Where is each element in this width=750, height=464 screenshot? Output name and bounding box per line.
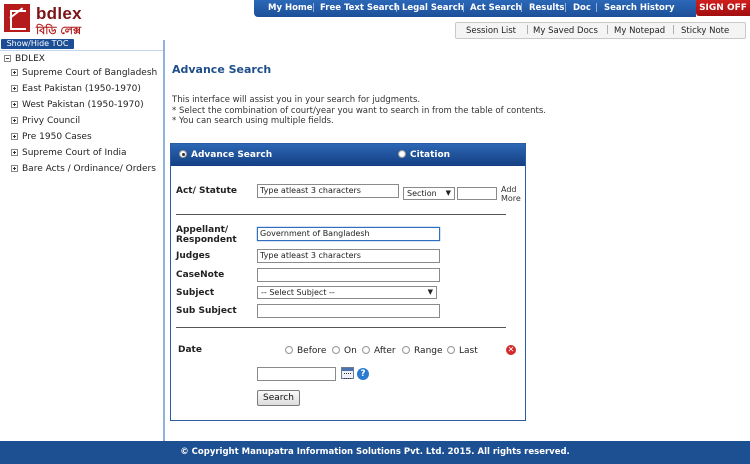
toc-item-label: East Pakistan (1950-1970) — [22, 84, 141, 94]
search-button[interactable]: Search — [257, 390, 300, 406]
subnav-separator: | — [606, 25, 610, 35]
date-last-label: Last — [459, 346, 478, 356]
dropdown-arrow-icon: ▼ — [427, 288, 433, 296]
subnav-session-list[interactable]: Session List — [466, 26, 516, 36]
act-statute-input[interactable]: Type atleast 3 characters — [257, 184, 399, 198]
add-more-text: More — [501, 194, 521, 203]
nav-my-home[interactable]: My Home — [268, 3, 313, 13]
intro-line: * You can search using multiple fields. — [172, 116, 334, 126]
toc-item-label: West Pakistan (1950-1970) — [22, 100, 144, 110]
subnav-separator: | — [672, 25, 676, 35]
section-divider — [176, 214, 506, 215]
date-on-radio[interactable] — [332, 346, 340, 354]
nav-legal-search[interactable]: Legal Search — [402, 3, 464, 13]
calendar-icon[interactable] — [341, 367, 354, 379]
date-before-label: Before — [297, 346, 327, 356]
subnav-my-saved-docs[interactable]: My Saved Docs — [533, 26, 598, 36]
expand-icon[interactable] — [11, 101, 18, 108]
search-type-tabs: Advance Search Citation — [171, 144, 525, 166]
header: bdlex বিডি লেক্স My Home | Free Text Sea… — [0, 0, 750, 40]
date-after-label: After — [374, 346, 396, 356]
sub-subject-input[interactable] — [257, 304, 440, 318]
section-divider — [176, 327, 506, 328]
toc-divider — [0, 50, 163, 51]
help-icon[interactable]: ? — [357, 368, 369, 380]
toc-item-label: Supreme Court of India — [22, 148, 127, 158]
subnav-my-notepad[interactable]: My Notepad — [614, 26, 665, 36]
judges-label: Judges — [176, 251, 211, 261]
footer-copyright: © Copyright Manupatra Information Soluti… — [0, 441, 750, 464]
date-before-radio[interactable] — [285, 346, 293, 354]
citation-radio[interactable] — [398, 150, 406, 158]
nav-doc[interactable]: Doc — [573, 3, 591, 13]
nav-separator: | — [462, 3, 465, 13]
nav-free-text-search[interactable]: Free Text Search — [320, 3, 400, 13]
subject-label: Subject — [176, 288, 215, 298]
tab-advance-search[interactable]: Advance Search — [191, 150, 272, 160]
subject-select[interactable]: -- Select Subject -- ▼ — [257, 286, 437, 299]
date-after-radio[interactable] — [362, 346, 370, 354]
date-label: Date — [178, 345, 202, 355]
toc-item-label: Privy Council — [22, 116, 81, 126]
casenote-label: CaseNote — [176, 270, 225, 280]
appellant-respondent-input[interactable]: Government of Bangladesh — [257, 227, 440, 241]
sign-off-button[interactable]: SIGN OFF — [696, 0, 750, 16]
section-select-value: Section — [407, 189, 437, 198]
toc-border — [163, 40, 165, 441]
casenote-input[interactable] — [257, 268, 440, 282]
expand-icon[interactable] — [11, 85, 18, 92]
dropdown-arrow-icon: ▼ — [445, 189, 451, 197]
intro-text: This interface will assist you in your s… — [172, 95, 546, 127]
add-more-text: Add — [501, 185, 517, 194]
bdlex-logo-icon — [4, 4, 30, 32]
sub-nav: Session List | My Saved Docs | My Notepa… — [455, 22, 746, 39]
date-range-radio[interactable] — [402, 346, 410, 354]
nav-results[interactable]: Results — [529, 3, 564, 13]
date-input[interactable] — [257, 367, 336, 381]
main-nav: My Home | Free Text Search | Legal Searc… — [254, 0, 696, 17]
intro-line: This interface will assist you in your s… — [172, 95, 421, 105]
date-range-label: Range — [414, 346, 443, 356]
intro-line: * Select the combination of court/year y… — [172, 105, 546, 116]
nav-separator: | — [595, 3, 598, 13]
judges-input[interactable]: Type atleast 3 characters — [257, 249, 440, 263]
toc-root-label: BDLEX — [15, 54, 45, 64]
date-on-label: On — [344, 346, 357, 356]
nav-separator: | — [395, 3, 398, 13]
add-more-link[interactable]: Add More — [501, 185, 521, 203]
sub-subject-label: Sub Subject — [176, 306, 237, 316]
subnav-sticky-note[interactable]: Sticky Note — [681, 26, 729, 36]
subnav-separator: | — [526, 25, 530, 35]
date-last-radio[interactable] — [447, 346, 455, 354]
nav-separator: | — [312, 3, 315, 13]
section-number-input[interactable] — [457, 187, 497, 200]
expand-icon[interactable] — [11, 165, 18, 172]
nav-separator: | — [520, 3, 523, 13]
subject-select-value: -- Select Subject -- — [261, 288, 335, 297]
nav-act-search[interactable]: Act Search — [470, 3, 522, 13]
page-title: Advance Search — [172, 63, 272, 76]
collapse-icon[interactable] — [4, 55, 11, 62]
bdlex-logo[interactable]: bdlex বিডি লেক্স — [4, 2, 116, 37]
nav-search-history[interactable]: Search History — [604, 3, 675, 13]
clear-date-icon[interactable]: ✕ — [506, 345, 516, 355]
expand-icon[interactable] — [11, 69, 18, 76]
tab-citation[interactable]: Citation — [410, 150, 450, 160]
toc-item-label: Bare Acts / Ordinance/ Orders — [22, 164, 156, 174]
expand-icon[interactable] — [11, 133, 18, 140]
appellant-label-line: Appellant/ — [176, 225, 229, 235]
toc-item-label: Pre 1950 Cases — [22, 132, 92, 142]
brand-name: bdlex — [36, 4, 82, 23]
appellant-label-line: Respondent — [176, 235, 237, 245]
show-hide-toc-button[interactable]: Show/Hide TOC — [1, 39, 74, 49]
advance-search-radio[interactable] — [179, 150, 187, 158]
act-statute-label: Act/ Statute — [176, 186, 237, 196]
appellant-label: Appellant/ Respondent — [176, 225, 237, 245]
nav-separator: | — [564, 3, 567, 13]
expand-icon[interactable] — [11, 149, 18, 156]
section-select[interactable]: Section ▼ — [403, 187, 455, 200]
advance-search-panel: Advance Search Citation Act/ Statute Typ… — [170, 143, 526, 421]
toc-item-label: Supreme Court of Bangladesh — [22, 68, 158, 78]
expand-icon[interactable] — [11, 117, 18, 124]
